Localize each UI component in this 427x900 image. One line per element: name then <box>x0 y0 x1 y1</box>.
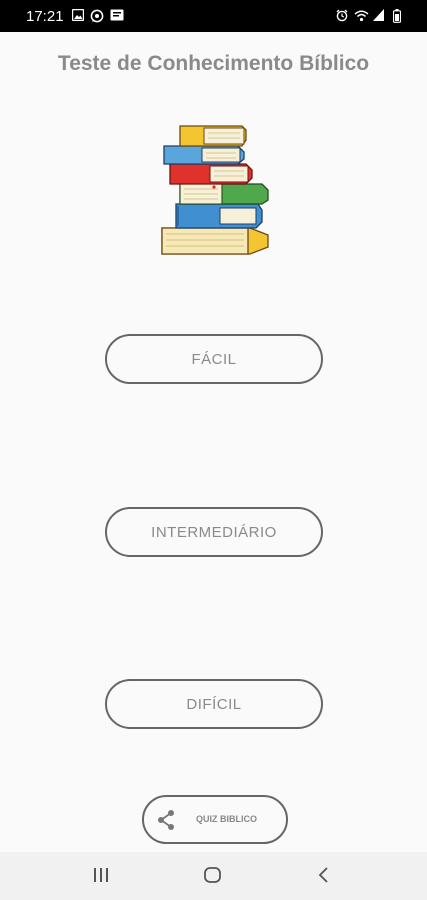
alarm-icon <box>336 9 348 22</box>
hard-level-button[interactable]: DIFÍCIL <box>105 679 323 729</box>
wifi-icon <box>354 10 369 22</box>
intermediate-level-button[interactable]: INTERMEDIÁRIO <box>105 507 323 557</box>
easy-level-button[interactable]: FÁCIL <box>105 334 323 384</box>
share-button[interactable]: QUIZ BIBLICO <box>142 795 288 844</box>
notification-icon <box>110 9 124 21</box>
navigation-bar <box>0 852 427 900</box>
status-bar: 17:21 <box>0 0 427 32</box>
image-icon <box>72 9 84 21</box>
share-icon <box>158 810 174 830</box>
status-time: 17:21 <box>26 8 64 25</box>
recents-icon[interactable] <box>92 864 110 886</box>
back-icon[interactable] <box>316 864 332 886</box>
signal-icon <box>373 9 384 21</box>
page-title: Teste de Conhecimento Bíblico <box>57 52 370 75</box>
battery-icon <box>393 9 401 23</box>
whatsapp-icon <box>90 9 104 23</box>
home-icon[interactable] <box>203 864 223 886</box>
book-stack-icon <box>161 125 269 255</box>
share-label: QUIZ BIBLICO <box>196 814 257 824</box>
